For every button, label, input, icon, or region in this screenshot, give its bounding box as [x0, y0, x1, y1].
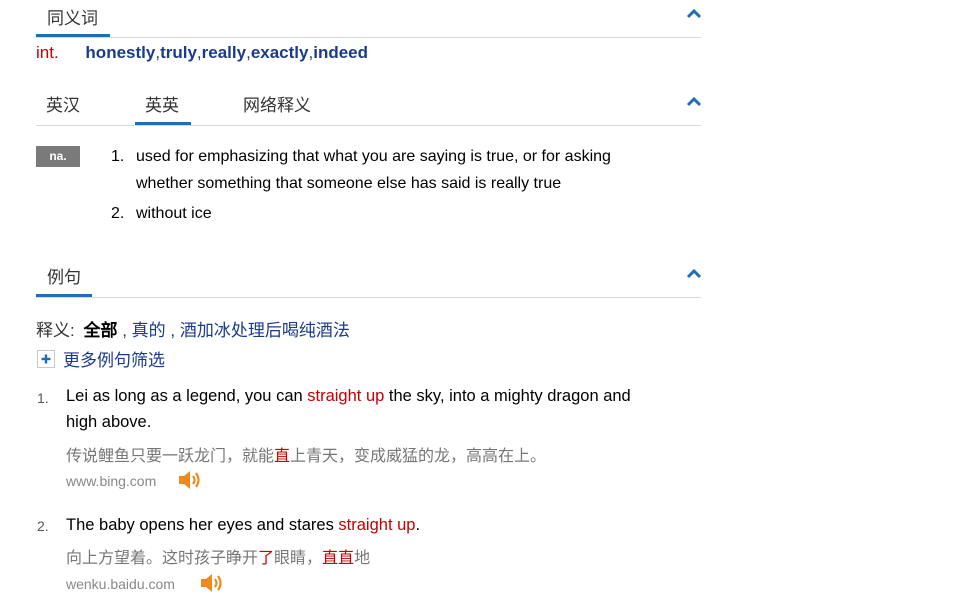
example-sentence-2: The baby opens her eyes and stares strai…: [66, 512, 420, 538]
sense-filter-option-1[interactable]: 真的: [132, 321, 166, 340]
synonym-pos: int.: [36, 43, 59, 62]
example-source-1[interactable]: www.bing.com: [66, 473, 156, 489]
synonym-link-indeed[interactable]: indeed: [313, 43, 368, 62]
example-2-translation-keyword: 了: [258, 550, 275, 567]
plus-icon: [37, 350, 55, 368]
example-2-text: .: [415, 516, 421, 534]
example-1-translation-text: 上青天，变成威猛的龙，高高在上。: [290, 448, 547, 465]
example-2-translation-text: 地: [354, 550, 371, 567]
example-source-2[interactable]: wenku.baidu.com: [66, 576, 175, 592]
definition-1-line-1: used for emphasizing that what you are s…: [136, 148, 611, 165]
example-translation-2: 向上方望着。这时孩子睁开了眼睛，直直地: [66, 544, 370, 568]
synonym-link-honestly[interactable]: honestly: [85, 43, 155, 62]
example-number-2: 2.: [37, 518, 49, 534]
more-examples-filter[interactable]: 更多例句筛选: [37, 346, 165, 371]
example-translation-1: 传说鲤鱼只要一跃龙门，就能直上青天，变成威猛的龙，高高在上。: [66, 442, 546, 466]
synonyms-title: 同义词: [47, 9, 98, 28]
tabs-divider: [36, 125, 701, 126]
collapse-examples-chevron-up-icon[interactable]: [686, 267, 702, 279]
example-1-line-2: high above.: [66, 413, 152, 431]
tab-web-definitions[interactable]: 网络释义: [243, 91, 311, 116]
speaker-icon[interactable]: [200, 572, 226, 594]
synonyms-divider: [36, 37, 701, 38]
example-2-text: The baby opens her eyes and stares: [66, 516, 339, 534]
examples-divider: [36, 297, 701, 298]
sense-filter-separator: ,: [122, 321, 127, 340]
collapse-definitions-chevron-up-icon[interactable]: [686, 95, 702, 107]
example-1-translation-text: 传说鲤鱼只要一跃龙门，就能: [66, 448, 275, 465]
example-sentence-1: Lei as long as a legend, you can straigh…: [66, 383, 696, 435]
tab-en-en[interactable]: 英英: [145, 91, 179, 116]
sense-filter: 释义: 全部 , 真的 , 酒加冰处理后喝纯酒法: [36, 316, 350, 341]
definition-text-2: without ice: [136, 205, 212, 222]
definition-1-line-2: whether something that someone else has …: [136, 175, 562, 192]
sense-filter-separator: ,: [170, 321, 176, 340]
speaker-icon[interactable]: [178, 469, 204, 491]
example-2-translation-text: 眼睛，: [274, 550, 323, 567]
example-number-1: 1.: [37, 390, 49, 406]
definition-number-1: 1.: [111, 148, 125, 165]
synonym-link-exactly[interactable]: exactly: [251, 43, 309, 62]
more-examples-label[interactable]: 更多例句筛选: [63, 351, 165, 370]
collapse-synonyms-chevron-up-icon[interactable]: [686, 7, 702, 19]
example-1-keyword[interactable]: straight up: [307, 387, 384, 405]
sense-filter-option-2[interactable]: 酒加冰处理后喝纯酒法: [180, 321, 350, 340]
example-2-keyword[interactable]: straight up: [338, 516, 415, 534]
definition-text-1: used for emphasizing that what you are s…: [136, 143, 611, 197]
synonym-link-truly[interactable]: truly: [160, 43, 197, 62]
tab-en-cn[interactable]: 英汉: [46, 91, 80, 116]
example-1-translation-keyword: 直: [274, 448, 291, 465]
synonyms-row: int. honestly,truly,really,exactly,indee…: [36, 43, 369, 62]
definition-number-2: 2.: [111, 205, 125, 222]
example-2-translation-keyword: 直直: [322, 550, 355, 567]
synonym-link-really[interactable]: really: [202, 43, 246, 62]
sense-filter-all[interactable]: 全部: [83, 321, 117, 340]
pos-badge: na.: [36, 146, 80, 167]
example-2-translation-text: 向上方望着。这时孩子睁开: [66, 550, 259, 567]
example-1-text: Lei as long as a legend, you can: [66, 387, 308, 405]
examples-title: 例句: [47, 268, 81, 287]
sense-filter-label: 释义:: [36, 321, 75, 340]
example-1-text: the sky, into a mighty dragon and: [384, 387, 631, 405]
